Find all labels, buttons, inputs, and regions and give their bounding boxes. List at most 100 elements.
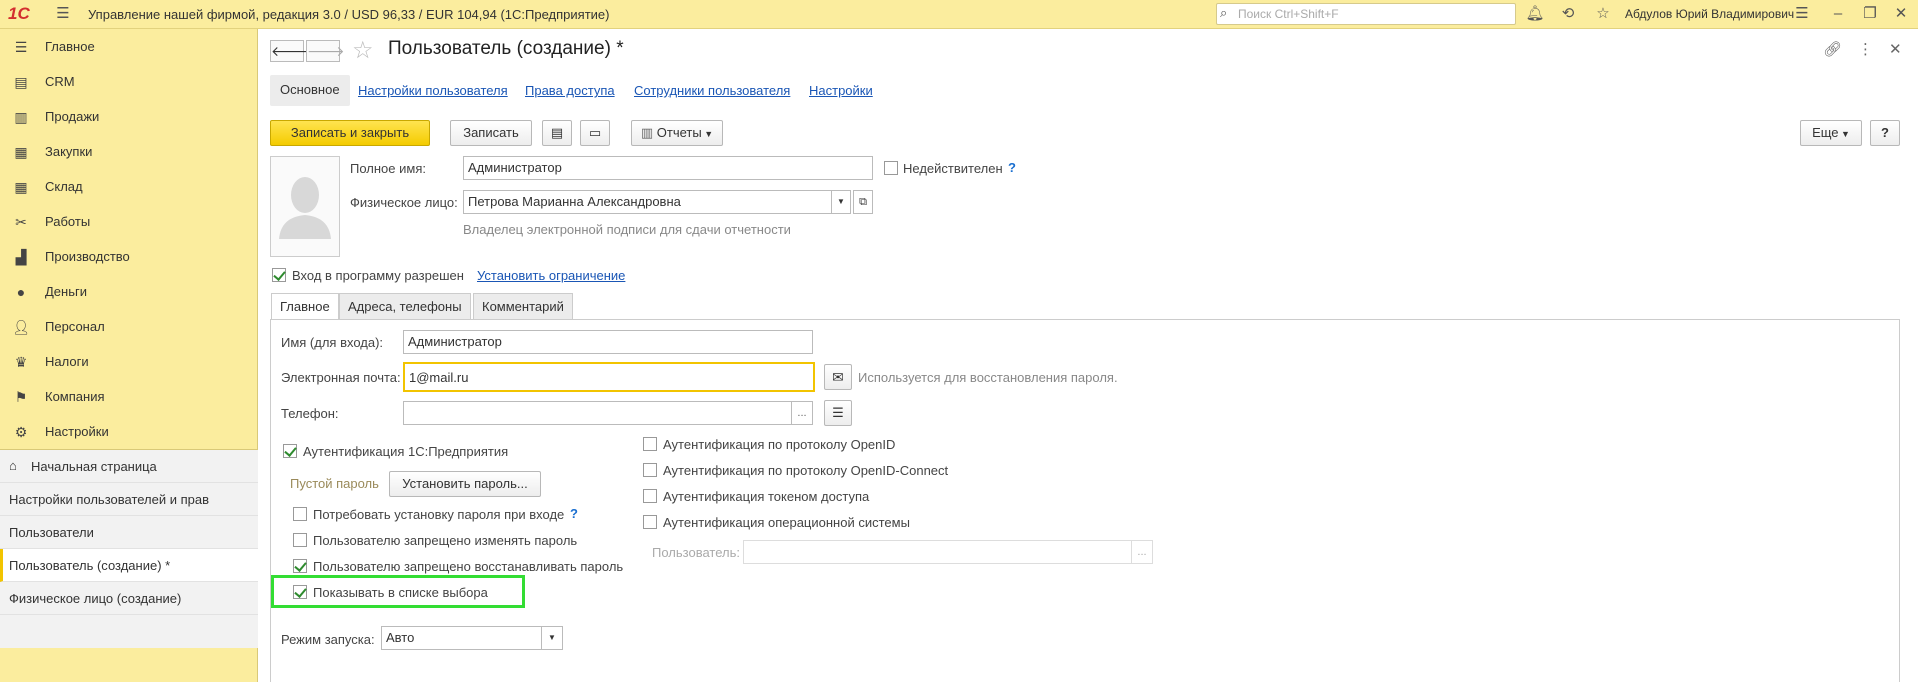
restore-icon[interactable]: ❐ bbox=[1859, 4, 1881, 24]
sidebar-item-settings[interactable]: ⚙ Настройки bbox=[0, 414, 258, 449]
os-user-input[interactable] bbox=[743, 540, 1133, 564]
sidebar-item-label: CRM bbox=[45, 74, 75, 89]
notifications-icon[interactable]: 🔔︎ bbox=[1524, 4, 1546, 24]
user-photo[interactable] bbox=[270, 156, 340, 257]
chevron-down-icon: ▼ bbox=[701, 129, 714, 139]
main-menu-icon[interactable]: ☰ bbox=[52, 4, 74, 24]
auth-1c-checkbox[interactable] bbox=[283, 444, 297, 458]
tab-main[interactable]: Основное bbox=[270, 75, 350, 106]
more-button[interactable]: Еще ▼ bbox=[1800, 120, 1862, 146]
subtab-addresses[interactable]: Адреса, телефоны bbox=[339, 293, 471, 319]
full-name-input[interactable]: Администратор bbox=[463, 156, 873, 180]
person-input[interactable]: Петрова Марианна Александровна bbox=[463, 190, 833, 214]
save-button[interactable]: Записать bbox=[450, 120, 532, 146]
tab-user-employees[interactable]: Сотрудники пользователя bbox=[634, 83, 790, 98]
deny-restore-password-label: Пользователю запрещено восстанавливать п… bbox=[313, 559, 624, 574]
sidebar-item-sales[interactable]: ▥ Продажи bbox=[0, 99, 258, 134]
history-icon[interactable]: ⟲ bbox=[1557, 4, 1579, 24]
auth-openid-checkbox[interactable] bbox=[643, 437, 657, 451]
launch-mode-select[interactable]: Авто bbox=[381, 626, 543, 650]
factory-icon: ▟ bbox=[15, 249, 27, 265]
phone-input[interactable] bbox=[403, 401, 793, 425]
gear-icon: ⚙ bbox=[14, 424, 28, 440]
form-close-icon[interactable]: ✕ bbox=[1889, 40, 1902, 58]
phone-select-button[interactable]: ... bbox=[791, 401, 813, 425]
forward-button[interactable]: 🡒 bbox=[306, 40, 345, 62]
open-windows-panel: ⌂ Начальная страница Настройки пользоват… bbox=[0, 450, 258, 648]
tab-access-rights[interactable]: Права доступа bbox=[525, 83, 615, 98]
auth-openid-connect-checkbox[interactable] bbox=[643, 463, 657, 477]
open-window-home[interactable]: ⌂ Начальная страница bbox=[0, 450, 258, 483]
open-window-user-create[interactable]: Пользователь (создание) * bbox=[0, 549, 258, 582]
envelope-icon: ✉ bbox=[832, 369, 844, 385]
chevron-down-icon: ▼ bbox=[837, 197, 845, 206]
sidebar-item-production[interactable]: ▟ Производство bbox=[0, 239, 258, 274]
email-input[interactable]: 1@mail.ru bbox=[403, 362, 815, 392]
lines-icon: ☰ bbox=[832, 405, 844, 420]
subtab-comment[interactable]: Комментарий bbox=[473, 293, 573, 319]
sidebar-item-warehouse[interactable]: ▦ Склад bbox=[0, 169, 258, 204]
set-restriction-link[interactable]: Установить ограничение bbox=[477, 268, 625, 283]
tools-icon: ✂ bbox=[15, 214, 27, 230]
subtab-main[interactable]: Главное bbox=[271, 293, 339, 320]
open-window-label: Начальная страница bbox=[31, 459, 157, 474]
open-window-person-create[interactable]: Физическое лицо (создание) bbox=[0, 582, 258, 615]
comment-icon[interactable]: ▭ bbox=[580, 120, 610, 146]
deny-change-password-checkbox[interactable] bbox=[293, 533, 307, 547]
login-name-input[interactable]: Администратор bbox=[403, 330, 813, 354]
auth-os-checkbox[interactable] bbox=[643, 515, 657, 529]
launch-mode-label: Режим запуска: bbox=[281, 632, 375, 647]
sidebar-item-crm[interactable]: ▤ CRM bbox=[0, 64, 258, 99]
invalid-checkbox[interactable] bbox=[884, 161, 898, 175]
set-password-button[interactable]: Установить пароль... bbox=[389, 471, 541, 497]
sidebar-item-taxes[interactable]: ♛ Налоги bbox=[0, 344, 258, 379]
open-window-users[interactable]: Пользователи bbox=[0, 516, 258, 549]
money-icon: ● bbox=[16, 284, 26, 300]
help-question-icon[interactable]: ? bbox=[570, 506, 578, 521]
more-vertical-icon[interactable]: ⋮ bbox=[1858, 40, 1873, 58]
login-name-label: Имя (для входа): bbox=[281, 335, 384, 350]
os-user-select-button[interactable]: ... bbox=[1131, 540, 1153, 564]
reports-button[interactable]: ▥ Отчеты ▼ bbox=[631, 120, 723, 146]
launch-mode-dropdown-button[interactable]: ▼ bbox=[541, 626, 563, 650]
sidebar-item-company[interactable]: ⚑ Компания bbox=[0, 379, 258, 414]
link-icon[interactable]: 🔗︎ bbox=[1823, 40, 1842, 58]
sidebar-item-works[interactable]: ✂ Работы bbox=[0, 204, 258, 239]
person-dropdown-button[interactable]: ▼ bbox=[831, 190, 851, 214]
send-email-button[interactable]: ✉ bbox=[824, 364, 852, 390]
minimize-icon[interactable]: – bbox=[1827, 4, 1849, 24]
save-and-close-button[interactable]: Записать и закрыть bbox=[270, 120, 430, 146]
phone-format-button[interactable]: ☰ bbox=[824, 400, 852, 426]
settings-menu-icon[interactable]: ☰ bbox=[1791, 4, 1813, 24]
open-window-label: Пользователи bbox=[9, 525, 94, 540]
sidebar-item-label: Продажи bbox=[45, 109, 100, 124]
auth-token-checkbox[interactable] bbox=[643, 489, 657, 503]
crm-icon: ▤ bbox=[14, 74, 28, 90]
sidebar: ☰ Главное ▤ CRM ▥ Продажи ▦ Закупки ▦ Ск… bbox=[0, 29, 258, 682]
tab-settings[interactable]: Настройки bbox=[809, 83, 873, 98]
chevron-down-icon: ▼ bbox=[548, 633, 556, 642]
help-question-icon[interactable]: ? bbox=[1008, 160, 1016, 175]
deny-restore-password-checkbox[interactable] bbox=[293, 559, 307, 573]
current-user[interactable]: Абдулов Юрий Владимирович bbox=[1625, 7, 1794, 21]
login-allowed-checkbox[interactable] bbox=[272, 268, 286, 282]
sidebar-item-label: Склад bbox=[45, 179, 83, 194]
person-open-button[interactable]: ⧉ bbox=[853, 190, 873, 214]
close-icon[interactable]: ✕ bbox=[1890, 4, 1912, 24]
favorite-star-icon[interactable]: ☆ bbox=[352, 36, 374, 65]
auth-openid-connect-label: Аутентификация по протоколу OpenID-Conne… bbox=[663, 463, 949, 478]
document-icon[interactable]: ▤ bbox=[542, 120, 572, 146]
sidebar-item-money[interactable]: ● Деньги bbox=[0, 274, 258, 309]
sidebar-item-staff[interactable]: 👤︎ Персонал bbox=[0, 309, 258, 344]
back-button[interactable]: 🡐 bbox=[270, 40, 309, 62]
require-password-checkbox[interactable] bbox=[293, 507, 307, 521]
help-button[interactable]: ? bbox=[1870, 120, 1900, 146]
favorites-icon[interactable]: ☆ bbox=[1592, 4, 1614, 24]
sidebar-item-label: Настройки bbox=[45, 424, 109, 439]
open-window-user-settings[interactable]: Настройки пользователей и прав bbox=[0, 483, 258, 516]
show-in-list-checkbox[interactable] bbox=[293, 585, 307, 599]
sidebar-item-main[interactable]: ☰ Главное bbox=[0, 29, 258, 64]
sidebar-item-purchases[interactable]: ▦ Закупки bbox=[0, 134, 258, 169]
tab-user-settings[interactable]: Настройки пользователя bbox=[358, 83, 508, 98]
open-icon: ⧉ bbox=[859, 196, 867, 208]
